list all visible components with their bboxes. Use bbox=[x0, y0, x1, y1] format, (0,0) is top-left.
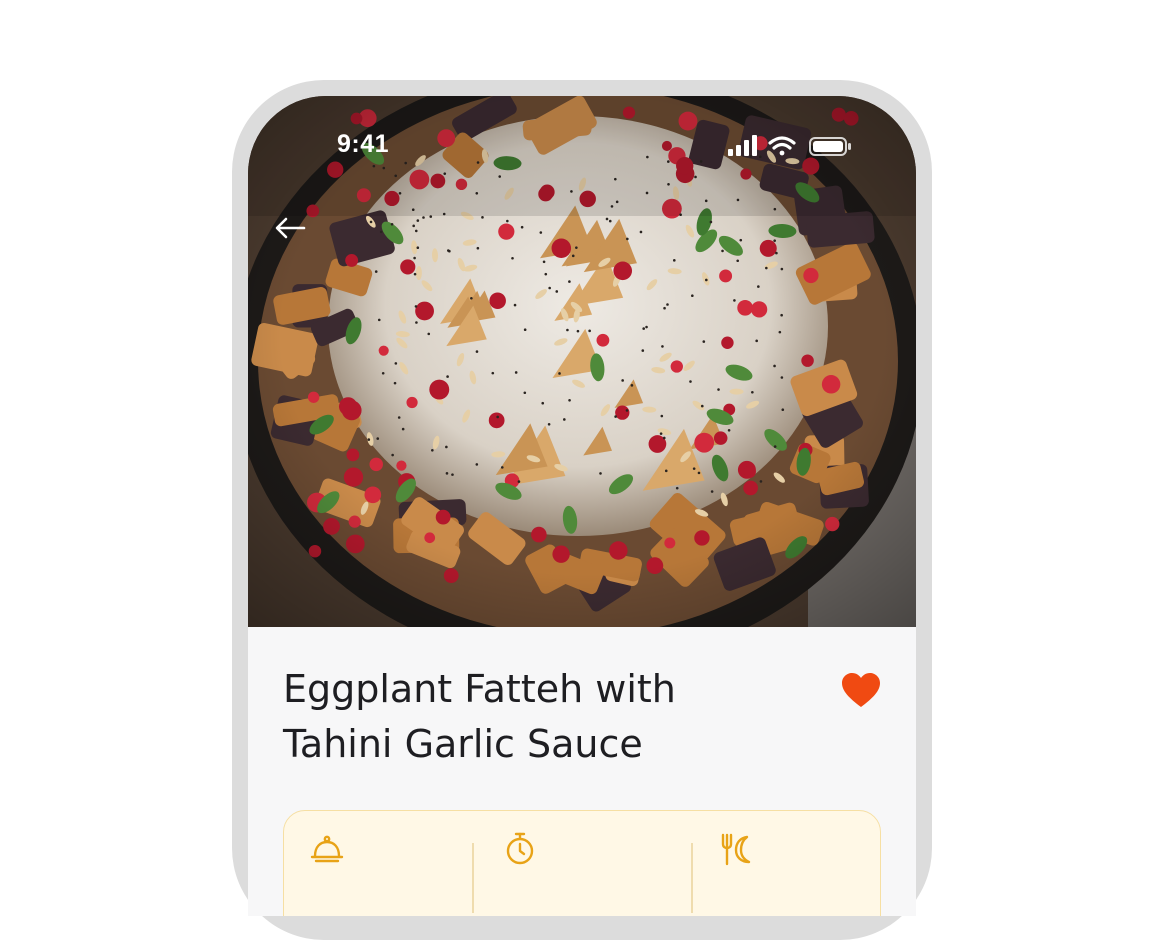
info-divider bbox=[472, 843, 474, 913]
wifi-icon bbox=[768, 136, 796, 156]
battery-icon bbox=[809, 137, 851, 156]
timer-icon bbox=[506, 832, 534, 865]
arrow-left-icon bbox=[275, 217, 306, 239]
recipe-title: Eggplant Fatteh with Tahini Garlic Sauce bbox=[283, 662, 783, 772]
status-icons bbox=[728, 134, 858, 158]
recipe-info-card bbox=[283, 810, 881, 916]
status-time: 9:41 bbox=[337, 130, 390, 158]
fork-moon-icon bbox=[721, 833, 751, 866]
servings-item bbox=[309, 831, 369, 871]
back-button[interactable] bbox=[270, 208, 310, 248]
recipe-title-line-2: Tahini Garlic Sauce bbox=[283, 722, 643, 766]
recipe-content: Eggplant Fatteh with Tahini Garlic Sauce bbox=[248, 627, 916, 916]
recipe-detail-screen: 9:41 Eggplant Fatteh with Tahini Garlic … bbox=[248, 96, 916, 916]
recipe-title-line-1: Eggplant Fatteh with bbox=[283, 667, 676, 711]
serving-cloche-icon bbox=[310, 835, 344, 863]
time-item bbox=[502, 831, 562, 871]
cellular-signal-icon bbox=[728, 135, 757, 156]
meal-type-item bbox=[719, 831, 779, 871]
info-divider bbox=[691, 843, 693, 913]
status-bar: 9:41 bbox=[248, 96, 916, 196]
favorite-button[interactable] bbox=[840, 671, 882, 711]
heart-icon bbox=[842, 673, 880, 707]
